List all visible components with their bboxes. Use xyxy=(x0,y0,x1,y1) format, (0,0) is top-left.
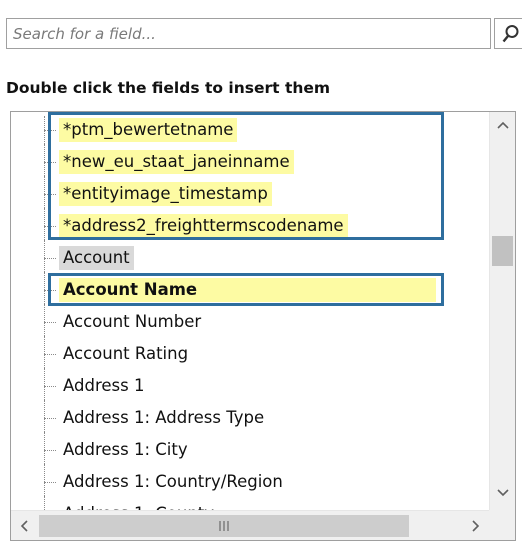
search-icon xyxy=(502,25,519,43)
tree-item[interactable]: *address2_freighttermscodename xyxy=(11,208,485,240)
tree-item-label: Account Name xyxy=(59,278,436,302)
tree-item[interactable]: Address 1: Address Type xyxy=(11,400,485,432)
horizontal-scroll-thumb[interactable] xyxy=(39,515,409,537)
tree-item[interactable]: *new_eu_staat_janeinname xyxy=(11,144,485,176)
tree-item-label: *new_eu_staat_janeinname xyxy=(59,150,294,174)
grip-icon xyxy=(39,515,409,537)
tree-item[interactable]: *entityimage_timestamp xyxy=(11,176,485,208)
tree-item-label: *entityimage_timestamp xyxy=(59,182,272,206)
tree-item[interactable]: Account Rating xyxy=(11,336,485,368)
tree-item-label: Account Number xyxy=(63,312,202,331)
search-box xyxy=(6,18,491,49)
horizontal-scrollbar[interactable] xyxy=(11,510,489,540)
search-input[interactable] xyxy=(7,19,490,48)
tree-item-label: Address 1 xyxy=(63,376,145,395)
chevron-left-icon[interactable] xyxy=(11,511,37,540)
vertical-scrollbar[interactable] xyxy=(489,112,515,510)
tree-item[interactable]: *ptm_bewertetname xyxy=(11,116,485,144)
field-tree[interactable]: *ptm_bewertetname *new_eu_staat_janeinna… xyxy=(10,111,516,541)
tree-item-label: Address 1: Address Type xyxy=(63,408,265,427)
chevron-up-icon[interactable] xyxy=(490,112,515,138)
tree-item[interactable]: Address 1 xyxy=(11,368,485,400)
tree-item-label: Address 1: Country/Region xyxy=(63,472,283,491)
scrollbar-corner xyxy=(489,510,515,540)
vertical-scroll-thumb[interactable] xyxy=(492,236,513,266)
tree-item[interactable]: Address 1: Country/Region xyxy=(11,464,485,496)
tree-item[interactable]: Address 1: City xyxy=(11,432,485,464)
tree-item-label: *address2_freighttermscodename xyxy=(59,214,348,238)
chevron-right-icon[interactable] xyxy=(463,511,489,540)
tree-item-label: *ptm_bewertetname xyxy=(59,118,238,142)
instructions-label: Double click the fields to insert them xyxy=(6,79,331,97)
tree-item[interactable]: Account Name xyxy=(11,272,485,304)
tree-item-label: Account Rating xyxy=(63,344,189,363)
tree-item-label: Address 1: City xyxy=(63,440,188,459)
tree-item[interactable]: Account xyxy=(11,240,485,272)
tree-item-label: Account xyxy=(59,246,134,270)
chevron-down-icon[interactable] xyxy=(490,480,515,506)
tree-item[interactable]: Account Number xyxy=(11,304,485,336)
search-button[interactable] xyxy=(494,18,522,49)
